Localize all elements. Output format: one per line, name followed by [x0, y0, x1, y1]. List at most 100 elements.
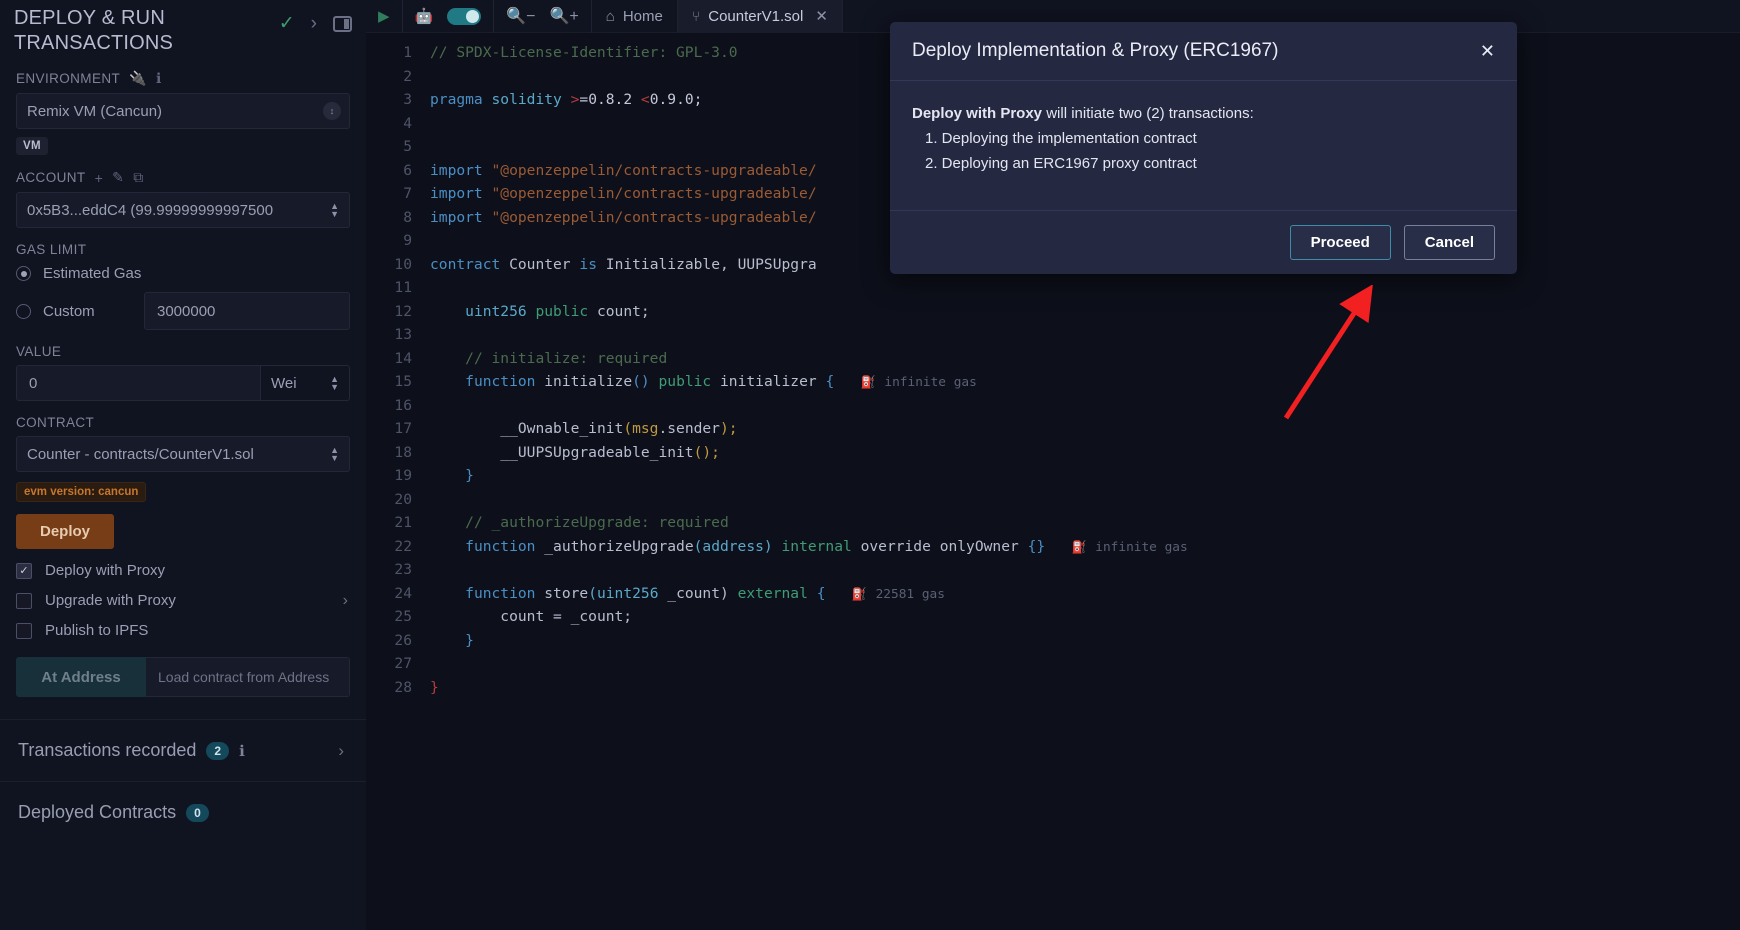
code-line: 23 [394, 561, 412, 578]
option-deploy-with-proxy[interactable]: ✓ Deploy with Proxy [16, 562, 366, 579]
deploy-proxy-modal: Deploy Implementation & Proxy (ERC1967) … [890, 22, 1517, 274]
panel-header: DEPLOY & RUN TRANSACTIONS ✓ › [0, 0, 366, 56]
chevron-right-icon[interactable]: › [338, 741, 344, 761]
chevron-updown-icon: ▲ ▼ [330, 445, 339, 463]
custom-gas-label: Custom [43, 302, 95, 320]
vm-badge: VM [16, 137, 48, 155]
checkbox-icon [16, 622, 32, 639]
code-line: 25 count = _count; [394, 608, 633, 625]
deployed-contracts-label: Deployed Contracts [18, 802, 177, 822]
transactions-recorded-label: Transactions recorded [18, 740, 197, 760]
at-address-button[interactable]: At Address [16, 657, 146, 697]
value-input[interactable]: 0 [16, 365, 260, 401]
plus-icon[interactable]: + [95, 170, 104, 186]
transactions-count-badge: 2 [206, 741, 230, 760]
code-line: 18 __UUPSUpgradeable_init(); [394, 443, 720, 461]
code-line: 13 [394, 326, 412, 343]
code-line: 22 function _authorizeUpgrade(address) i… [394, 537, 1188, 555]
deploy-run-sidebar: DEPLOY & RUN TRANSACTIONS ✓ › ENVIRONMEN… [0, 0, 366, 930]
plug-icon: 🔌 [129, 70, 147, 86]
tab-counterv1-sol[interactable]: ⑂ CounterV1.sol ✕ [677, 0, 843, 33]
evm-version-badge: evm version: cancun [16, 482, 147, 502]
radio-icon [16, 303, 31, 319]
modal-lead: Deploy with Proxy will initiate two (2) … [912, 101, 1495, 126]
tab-home-label: Home [622, 7, 663, 25]
tab-file-label: CounterV1.sol [708, 7, 804, 25]
proceed-button[interactable]: Proceed [1289, 225, 1391, 260]
transactions-recorded-row[interactable]: Transactions recorded 2 ℹ › [0, 720, 366, 781]
panel-header-icons: ✓ › [279, 6, 352, 35]
custom-gas-input[interactable]: 3000000 [144, 292, 350, 330]
environment-value: Remix VM (Cancun) [27, 102, 163, 120]
zoom-in-icon[interactable]: 🔍+ [550, 6, 579, 26]
zoom-out-icon[interactable]: 🔍− [506, 6, 535, 26]
code-line: 16 [394, 396, 412, 414]
code-line: 19 } [394, 467, 474, 484]
play-icon[interactable]: ▶ [378, 7, 390, 25]
option-publish-to-ipfs[interactable]: Publish to IPFS [16, 622, 366, 639]
account-value: 0x5B3...eddC4 (99.99999999997500 [27, 201, 274, 219]
robot-icon[interactable]: 🤖 [415, 7, 434, 25]
modal-body: Deploy with Proxy will initiate two (2) … [890, 81, 1517, 211]
environment-select[interactable]: Remix VM (Cancun) ↕ [16, 93, 350, 129]
deploy-button[interactable]: Deploy [16, 514, 115, 549]
code-line: 15 function initialize() public initiali… [394, 373, 977, 390]
account-select[interactable]: 0x5B3...eddC4 (99.99999999997500 ▲ ▼ [16, 192, 350, 228]
environment-label: ENVIRONMENT 🔌 ℹ [16, 70, 162, 87]
estimated-gas-label: Estimated Gas [43, 265, 142, 282]
chevron-right-icon[interactable]: › [343, 592, 348, 610]
chevron-right-icon[interactable]: › [311, 13, 317, 35]
page-title: DEPLOY & RUN TRANSACTIONS [14, 7, 174, 54]
code-line: 11 [394, 279, 412, 296]
gas-limit-label: GAS LIMIT [16, 242, 87, 257]
contract-select[interactable]: Counter - contracts/CounterV1.sol ▲ ▼ [16, 436, 350, 472]
modal-header: Deploy Implementation & Proxy (ERC1967) … [890, 22, 1517, 81]
code-line: 28} [394, 678, 439, 696]
cancel-button[interactable]: Cancel [1403, 225, 1495, 260]
code-line: 27 [394, 655, 412, 672]
deployed-contracts-row[interactable]: Deployed Contracts 0 [0, 782, 366, 843]
contract-label: CONTRACT [16, 415, 95, 430]
modal-lead-rest: will initiate two (2) transactions: [1042, 105, 1254, 122]
tab-home[interactable]: ⌂ Home [592, 0, 678, 33]
value-unit: Wei [271, 374, 297, 392]
check-icon[interactable]: ✓ [279, 12, 295, 35]
zoom-group: 🔍− 🔍+ [494, 0, 592, 33]
close-icon[interactable]: ✕ [815, 7, 828, 25]
chevron-updown-icon: ▲ ▼ [330, 374, 339, 392]
option-upgrade-with-proxy[interactable]: Upgrade with Proxy › [16, 592, 366, 609]
custom-gas-radio[interactable]: Custom [16, 303, 144, 320]
value-label: VALUE [16, 344, 62, 359]
info-icon[interactable]: ℹ [239, 742, 245, 760]
solidity-icon: ⑂ [691, 8, 701, 24]
value-amount: 0 [29, 374, 38, 392]
code-line: 17 __Ownable_init(msg.sender); [394, 420, 738, 437]
at-address-input[interactable]: Load contract from Address [146, 657, 350, 697]
close-icon[interactable]: ✕ [1480, 41, 1495, 62]
code-line: 24 function store(uint256 _count) extern… [394, 584, 945, 602]
modal-title: Deploy Implementation & Proxy (ERC1967) [912, 40, 1279, 61]
checkbox-icon [16, 592, 32, 609]
gas-icon: ⛽ [851, 586, 867, 601]
gas-estimate: infinite gas [1095, 539, 1188, 555]
layout-panel-icon[interactable] [333, 15, 352, 32]
contract-value: Counter - contracts/CounterV1.sol [27, 445, 254, 463]
run-group: ▶ [366, 0, 403, 33]
estimated-gas-radio[interactable]: Estimated Gas [16, 265, 366, 282]
chevron-updown-icon: ▲ ▼ [330, 201, 339, 219]
gas-estimate: infinite gas [884, 375, 977, 390]
gas-icon: ⛽ [1071, 539, 1087, 554]
copy-icon[interactable]: ⧉ [133, 169, 143, 186]
code-line: 26 } [394, 631, 474, 649]
at-address-row: At Address Load contract from Address [16, 657, 350, 697]
modal-step-2: 2. Deploying an ERC1967 proxy contract [925, 155, 1197, 172]
edit-icon[interactable]: ✎ [112, 169, 124, 186]
modal-lead-bold: Deploy with Proxy [912, 105, 1043, 122]
at-address-placeholder: Load contract from Address [158, 669, 330, 685]
option-label: Deploy with Proxy [45, 562, 166, 579]
ai-toggle[interactable] [447, 7, 482, 25]
value-unit-select[interactable]: Wei ▲ ▼ [260, 365, 350, 401]
code-line: 20 [394, 490, 412, 508]
info-icon[interactable]: ℹ [156, 70, 162, 87]
ai-group: 🤖 [403, 0, 495, 33]
